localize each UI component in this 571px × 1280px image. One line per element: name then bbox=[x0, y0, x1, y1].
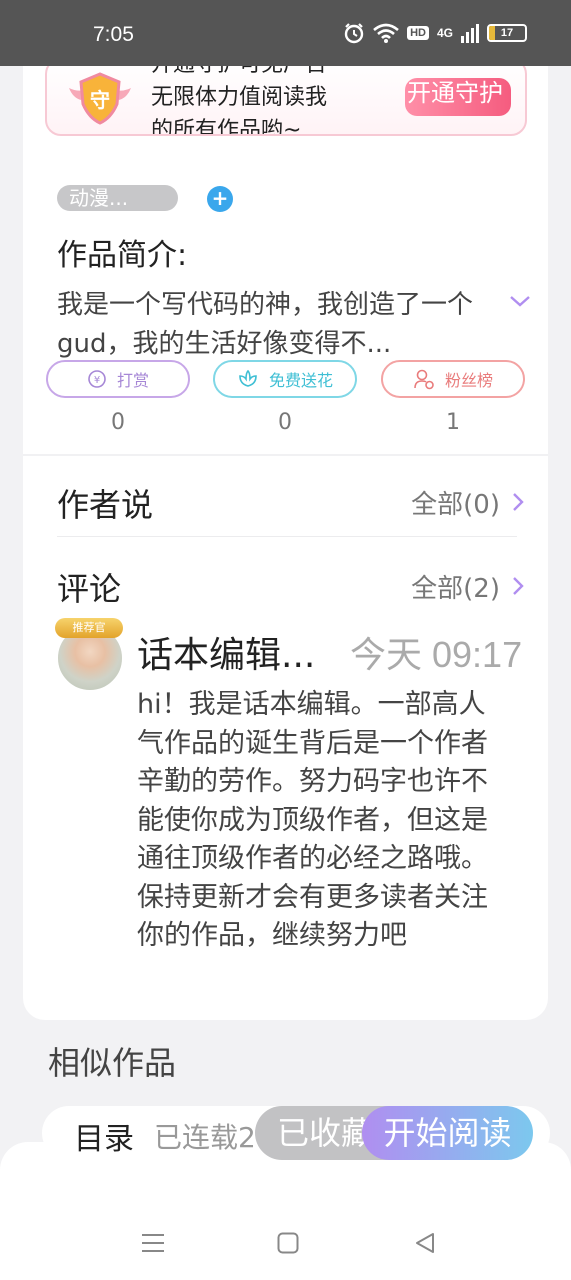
comments-title: 评论 bbox=[57, 570, 122, 608]
fans-count: 1 bbox=[446, 410, 460, 435]
intro-title: 作品简介: bbox=[57, 238, 188, 273]
guard-text-line2: 无限体力值阅读我 bbox=[151, 85, 328, 110]
book-info-card: 守 开通守护可免广告 无限体力值阅读我 的所有作品哟~ 开通守护 动漫... +… bbox=[23, 40, 548, 1020]
section-divider bbox=[23, 454, 548, 456]
serial-status: 已连载2 bbox=[154, 1121, 256, 1154]
battery-icon: 17 bbox=[487, 24, 527, 42]
chevron-right-icon[interactable] bbox=[512, 492, 524, 512]
flower-icon bbox=[239, 369, 257, 387]
recommender-badge: 推荐官 bbox=[55, 618, 123, 638]
reward-button[interactable]: ¥ 打赏 bbox=[46, 360, 190, 398]
guard-badge-char: 守 bbox=[90, 88, 110, 112]
chevron-down-icon[interactable] bbox=[509, 294, 531, 308]
signal-icon bbox=[461, 24, 479, 43]
status-icons: HD 4G 17 bbox=[343, 22, 527, 44]
chevron-right-icon[interactable] bbox=[512, 576, 524, 596]
fans-rank-label: 粉丝榜 bbox=[444, 371, 493, 390]
comment-text: hi！我是话本编辑。一部高人气作品的诞生背后是一个作者辛勤的劳作。努力码字也许不… bbox=[137, 689, 488, 951]
similar-works-title: 相似作品 bbox=[48, 1044, 177, 1082]
toc-button[interactable]: 目录 bbox=[74, 1114, 134, 1158]
reward-count: 0 bbox=[111, 410, 125, 435]
guard-shield-icon: 守 bbox=[69, 72, 131, 125]
back-triangle-icon[interactable] bbox=[414, 1232, 436, 1254]
guard-banner[interactable]: 守 开通守护可免广告 无限体力值阅读我 的所有作品哟~ 开通守护 bbox=[45, 58, 527, 136]
guard-text: 开通守护可免广告 无限体力值阅读我 的所有作品哟~ bbox=[151, 60, 376, 136]
intro-text: 我是一个写代码的神，我创造了一个gud，我的生活好像变得不... bbox=[57, 290, 474, 359]
author-says-all-link[interactable]: 全部(0) bbox=[411, 484, 500, 521]
guard-text-line3: 的所有作品哟~ bbox=[151, 118, 302, 136]
coin-icon: ¥ bbox=[88, 370, 106, 388]
status-time: 7:05 bbox=[93, 23, 134, 46]
user-star-icon bbox=[414, 369, 434, 390]
hd-icon: HD bbox=[407, 26, 429, 40]
start-reading-button[interactable]: 开始阅读 bbox=[362, 1106, 533, 1160]
reward-label: 打赏 bbox=[116, 371, 149, 390]
svg-text:¥: ¥ bbox=[94, 375, 100, 386]
comment-time: 今天 09:17 bbox=[350, 634, 523, 675]
status-bar: 7:05 HD 4G 17 bbox=[0, 0, 571, 66]
flower-count: 0 bbox=[278, 410, 292, 435]
open-guard-button[interactable]: 开通守护 bbox=[405, 78, 511, 116]
menu-icon[interactable] bbox=[141, 1232, 165, 1254]
system-navbar bbox=[0, 1210, 571, 1280]
genre-tag[interactable]: 动漫... bbox=[57, 185, 178, 211]
comment-author-name[interactable]: 话本编辑... bbox=[137, 626, 315, 678]
reading-action-bar: 目录 已连载2 已收藏 开始阅读 bbox=[42, 1106, 550, 1160]
network-type: 4G bbox=[436, 26, 453, 40]
free-flower-label: 免费送花 bbox=[268, 371, 333, 390]
free-flower-button[interactable]: 免费送花 bbox=[213, 360, 357, 398]
fans-rank-button[interactable]: 粉丝榜 bbox=[381, 360, 525, 398]
alarm-icon bbox=[344, 23, 364, 44]
home-square-icon[interactable] bbox=[277, 1232, 299, 1254]
section-divider bbox=[57, 536, 517, 537]
wifi-icon bbox=[373, 23, 399, 43]
battery-level: 17 bbox=[500, 27, 514, 39]
author-says-title: 作者说 bbox=[57, 486, 154, 524]
add-tag-button[interactable]: + bbox=[207, 186, 233, 212]
comments-all-link[interactable]: 全部(2) bbox=[411, 568, 500, 605]
